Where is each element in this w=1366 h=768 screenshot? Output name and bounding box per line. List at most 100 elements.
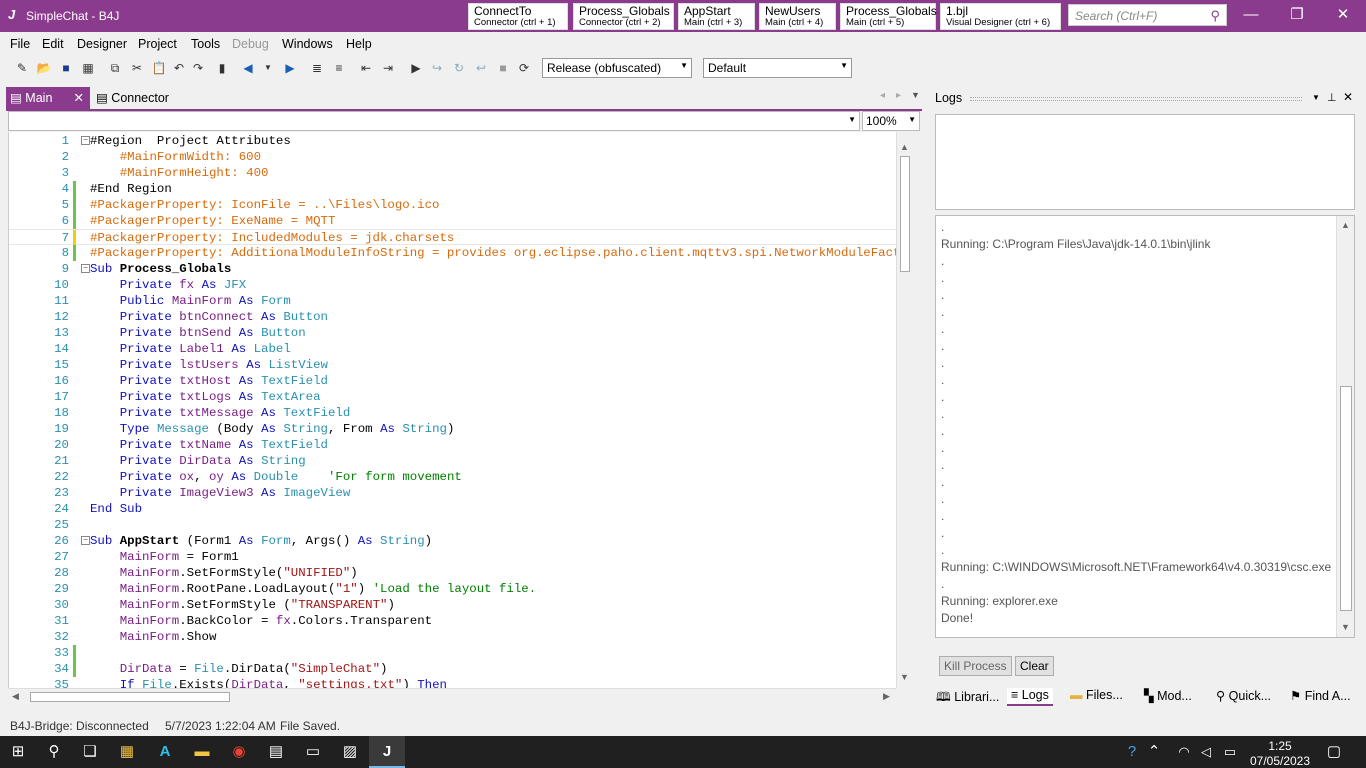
scroll-up-icon[interactable]: ▲ [900,142,909,152]
tab-libraries[interactable]: 🕮 Librari... [936,688,999,706]
zoom-select[interactable]: 100% ▼ [862,111,920,131]
clock-time[interactable]: 1:25 [1258,739,1302,753]
app-a-icon[interactable]: A [147,736,183,768]
fold-toggle-icon[interactable]: − [81,536,90,545]
uncomment-icon[interactable]: ≡ [331,60,347,76]
comment-icon[interactable]: ≣ [309,60,325,76]
code-line[interactable]: 30 MainForm.SetFormStyle ("TRANSPARENT") [9,597,896,613]
step-in-icon[interactable]: ↪ [429,60,445,76]
save-all-icon[interactable]: ▦ [80,60,96,76]
quick-tab-designer[interactable]: 1.bjl Visual Designer (ctrl + 6) [940,3,1061,30]
chevron-up-icon[interactable]: ⌃ [1142,736,1166,768]
code-line[interactable]: 18 Private txtMessage As TextField [9,405,896,421]
scroll-left-icon[interactable]: ◀ [12,691,19,702]
code-line[interactable]: 11 Public MainForm As Form [9,293,896,309]
code-line[interactable]: 20 Private txtName As TextField [9,437,896,453]
wifi-icon[interactable]: ◠ [1172,736,1196,768]
code-line[interactable]: 21 Private DirData As String [9,453,896,469]
code-line[interactable]: 9 − Sub Process_Globals [9,261,896,277]
tab-scroll-right-icon[interactable]: ▸ [896,90,901,101]
code-line[interactable]: 24 End Sub [9,501,896,517]
scroll-thumb[interactable] [30,692,230,702]
code-line[interactable]: 3 #MainFormHeight: 400 [9,165,896,181]
step-over-icon[interactable]: ↻ [451,60,467,76]
editor-horizontal-scrollbar[interactable]: ◀ ▶ [8,688,896,705]
code-line[interactable]: 25 [9,517,896,533]
sub-navigator-select[interactable]: ▼ [8,111,860,131]
windows-start-icon[interactable]: ⊞ [0,736,36,768]
terminal-icon[interactable]: ▭ [295,736,331,768]
tab-scroll-left-icon[interactable]: ◂ [880,90,885,101]
tab-quick-search[interactable]: ⚲ Quick... [1216,688,1271,706]
save-icon[interactable]: ■ [58,60,74,76]
tab-main[interactable]: ▤ Main ✕ [6,87,90,109]
close-button[interactable]: ✕ [1320,0,1366,32]
clear-button[interactable]: Clear [1015,656,1054,676]
pin-icon[interactable]: ⊥ [1327,91,1337,104]
search-icon[interactable]: ⚲ [36,736,72,768]
undo-icon[interactable]: ↶ [171,60,187,76]
logs-scrollbar[interactable]: ▲ ▼ [1336,216,1354,637]
quick-tab-connectto[interactable]: ConnectTo Connector (ctrl + 1) [468,3,568,30]
kill-process-button[interactable]: Kill Process [939,656,1012,676]
restart-icon[interactable]: ⟳ [516,60,532,76]
battery-icon[interactable]: ▭ [1218,736,1242,768]
new-file-icon[interactable]: ✎ [14,60,30,76]
menu-file[interactable]: File [10,37,30,51]
tab-connector[interactable]: ▤ Connector [92,87,173,109]
menu-help[interactable]: Help [346,37,372,51]
tab-files[interactable]: ▬ Files... [1070,688,1123,706]
code-line[interactable]: 29 MainForm.RootPane.LoadLayout("1") 'Lo… [9,581,896,597]
stop-icon[interactable]: ■ [495,60,511,76]
calculator-icon[interactable]: ▤ [258,736,294,768]
logs-output[interactable]: . Running: C:\Program Files\Java\jdk-14.0… [935,215,1355,638]
editor-vertical-scrollbar[interactable]: ▲ ▼ [896,132,913,688]
code-line[interactable]: 27 MainForm = Form1 [9,549,896,565]
scroll-thumb[interactable] [900,156,910,272]
code-line[interactable]: 14 Private Label1 As Label [9,341,896,357]
chrome-icon[interactable]: ◉ [221,736,257,768]
menu-edit[interactable]: Edit [42,37,64,51]
tab-logs[interactable]: ≡ Logs [1007,688,1053,706]
code-line[interactable]: 22 Private ox, oy As Double 'For form mo… [9,469,896,485]
menu-project[interactable]: Project [138,37,177,51]
store-icon[interactable]: ▦ [109,736,145,768]
code-line[interactable]: 15 Private lstUsers As ListView [9,357,896,373]
step-out-icon[interactable]: ↩ [473,60,489,76]
menu-windows[interactable]: Windows [282,37,333,51]
scroll-down-icon[interactable]: ▼ [900,672,909,682]
scroll-thumb[interactable] [1340,386,1352,611]
search-icon[interactable]: ⚲ [1210,8,1220,24]
code-line[interactable]: 19 Type Message (Body As String, From As… [9,421,896,437]
redo-icon[interactable]: ↷ [190,60,206,76]
volume-icon[interactable]: ◁ [1194,736,1218,768]
tab-find-all[interactable]: ⚑ Find A... [1290,688,1351,706]
code-line[interactable]: 10 Private fx As JFX [9,277,896,293]
close-icon[interactable]: ✕ [1343,90,1353,104]
code-line[interactable]: 12 Private btnConnect As Button [9,309,896,325]
navigate-back-icon[interactable]: ◀ [240,60,256,76]
code-line[interactable]: 31 MainForm.BackColor = fx.Colors.Transp… [9,613,896,629]
close-icon[interactable]: ✕ [74,90,84,105]
code-line[interactable]: 32 MainForm.Show [9,629,896,645]
photos-icon[interactable]: ▨ [332,736,368,768]
search-input[interactable]: Search (Ctrl+F) ⚲ [1068,4,1227,26]
b4j-taskbar-icon[interactable]: J [369,736,405,768]
code-line[interactable]: 16 Private txtHost As TextField [9,373,896,389]
layout-select[interactable]: Default ▼ [703,58,852,78]
tab-modules[interactable]: ▚ Mod... [1144,688,1192,706]
code-line[interactable]: 28 MainForm.SetFormStyle("UNIFIED") [9,565,896,581]
code-line[interactable]: 34 DirData = File.DirData("SimpleChat") [9,661,896,677]
notification-icon[interactable]: ▢ [1316,736,1352,768]
open-folder-icon[interactable]: 📂 [36,60,52,76]
chevron-down-icon[interactable]: ▼ [260,60,276,76]
menu-debug[interactable]: Debug [232,37,269,51]
chevron-down-icon[interactable]: ▼ [1312,93,1320,102]
code-line[interactable]: 7 #PackagerProperty: IncludedModules = jd… [9,229,896,246]
menu-tools[interactable]: Tools [191,37,220,51]
code-line[interactable]: 13 Private btnSend As Button [9,325,896,341]
outdent-icon[interactable]: ⇤ [358,60,374,76]
fold-toggle-icon[interactable]: − [81,136,90,145]
code-editor[interactable]: 1− #Region Project Attributes 2 #MainFormW… [8,132,896,688]
code-line[interactable]: 6 #PackagerProperty: ExeName = MQTT [9,213,896,229]
